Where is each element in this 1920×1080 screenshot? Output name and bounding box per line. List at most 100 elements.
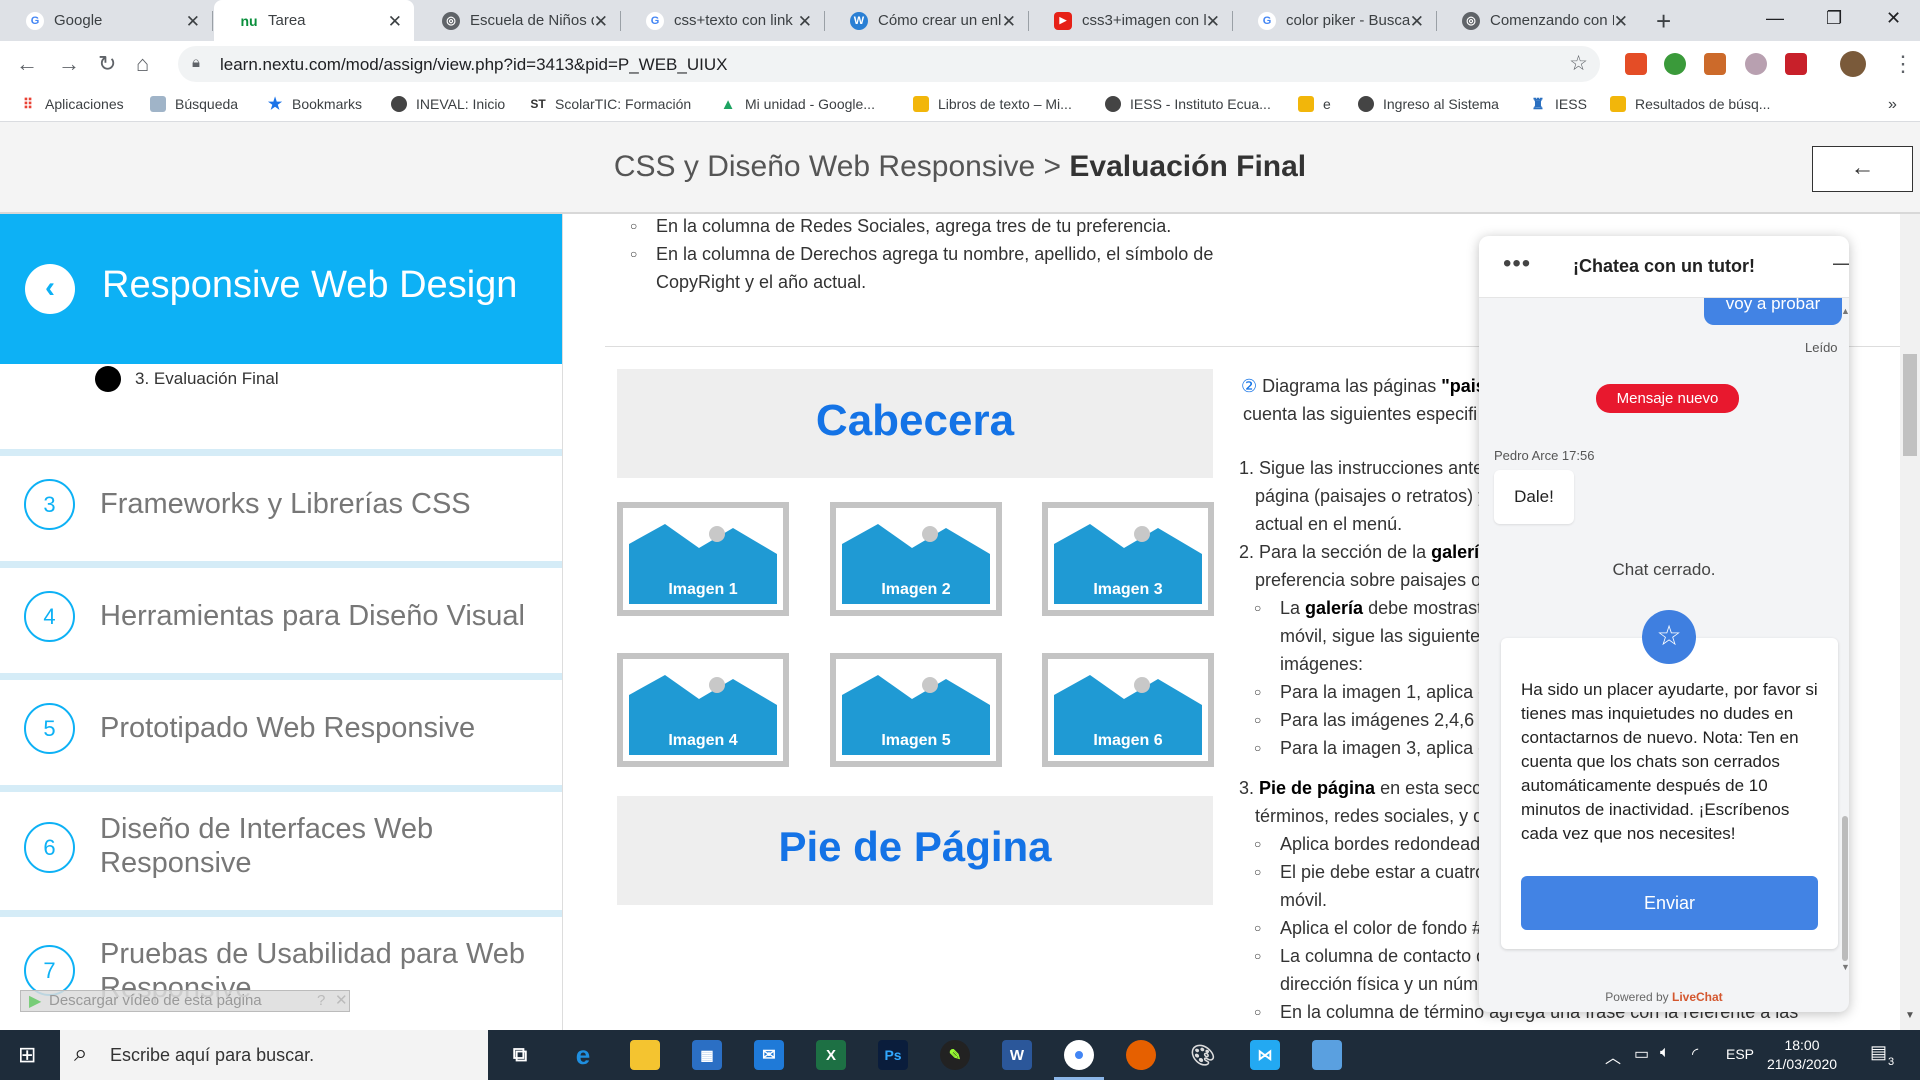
module-7[interactable]: 7 Pruebas de Usabilidad para Web Respons… xyxy=(0,910,562,1030)
tab-color-piker[interactable]: G color piker - Buscar ✕ xyxy=(1232,0,1437,41)
scrollbar-thumb[interactable] xyxy=(1903,354,1917,456)
chat-scrollbar[interactable]: ▲ ▼ xyxy=(1841,306,1849,976)
mail-icon[interactable]: ✉ xyxy=(754,1040,784,1070)
instruction-text: preferencia sobre paisajes o xyxy=(1255,570,1482,590)
page-scrollbar[interactable]: ▼ xyxy=(1900,214,1920,1030)
new-message-badge[interactable]: Mensaje nuevo xyxy=(1596,384,1739,413)
maximize-window-icon[interactable]: ❐ xyxy=(1826,8,1842,29)
system-clock[interactable]: 18:00 21/03/2020 xyxy=(1762,1036,1842,1074)
chrome-icon[interactable] xyxy=(1054,1040,1104,1080)
close-tab-icon[interactable]: ✕ xyxy=(1614,12,1628,32)
instruction-text: 1. Sigue las instrucciones ante xyxy=(1239,458,1484,478)
close-tab-icon[interactable]: ✕ xyxy=(186,12,200,32)
store-icon[interactable]: ▦ xyxy=(692,1040,722,1070)
address-bar[interactable]: 🔒︎ learn.nextu.com/mod/assign/view.php?i… xyxy=(178,46,1600,82)
minimize-chat-icon[interactable]: — xyxy=(1833,250,1849,276)
extension-icon[interactable] xyxy=(1664,53,1686,75)
taskbar-search[interactable]: ⌕ Escribe aquí para buscar. xyxy=(60,1030,488,1080)
close-tab-icon[interactable]: ✕ xyxy=(388,12,402,32)
help-icon[interactable]: ? xyxy=(317,991,325,1011)
close-tab-icon[interactable]: ✕ xyxy=(594,12,608,32)
close-icon[interactable]: ✕ xyxy=(335,991,348,1011)
file-explorer-icon[interactable] xyxy=(630,1040,660,1070)
excel-icon[interactable]: X xyxy=(816,1040,846,1070)
edge-icon[interactable]: e xyxy=(568,1040,598,1070)
show-hidden-icons[interactable]: ︿ xyxy=(1605,1044,1621,1068)
home-icon[interactable]: ⌂ xyxy=(136,51,149,77)
scroll-up-icon[interactable]: ▲ xyxy=(1841,306,1849,316)
bookmark-bookmarks[interactable]: ★ Bookmarks xyxy=(267,96,362,113)
close-window-icon[interactable]: ✕ xyxy=(1886,8,1901,29)
extension-icon[interactable] xyxy=(1704,53,1726,75)
tab-tarea[interactable]: nu Tarea ✕ xyxy=(214,0,414,41)
photoshop-icon[interactable]: Ps xyxy=(878,1040,908,1070)
new-tab-button[interactable]: + xyxy=(1656,6,1671,37)
globe-icon: ◎ xyxy=(442,11,460,30)
scroll-down-icon[interactable]: ▼ xyxy=(1841,962,1849,972)
powered-by[interactable]: Powered by LiveChat xyxy=(1479,990,1849,1004)
scolartic-icon: ST xyxy=(530,97,546,111)
close-tab-icon[interactable]: ✕ xyxy=(1206,12,1220,32)
bookmark-apps[interactable]: ⠿ Aplicaciones xyxy=(20,96,124,113)
bookmark-ingreso[interactable]: Ingreso al Sistema xyxy=(1358,96,1499,112)
tab-escuela[interactable]: ◎ Escuela de Niños de Morona Santiago ✕ xyxy=(416,0,621,41)
wifi-icon[interactable]: ◜ xyxy=(1692,1044,1698,1064)
more-bookmarks-icon[interactable]: » xyxy=(1888,96,1897,114)
module-4[interactable]: 4 Herramientas para Diseño Visual xyxy=(0,561,562,673)
lock-icon[interactable]: 🔒︎ xyxy=(192,54,200,71)
bookmark-mi-unidad[interactable]: ▲ Mi unidad - Google... xyxy=(720,96,875,113)
windows-start-icon[interactable]: ⊞ xyxy=(18,1042,36,1068)
language-indicator[interactable]: ESP xyxy=(1726,1046,1754,1062)
close-tab-icon[interactable]: ✕ xyxy=(1410,12,1424,32)
bookmark-iess[interactable]: IESS - Instituto Ecua... xyxy=(1105,96,1271,112)
back-icon[interactable]: ← xyxy=(16,51,38,77)
volume-icon[interactable]: 🔈︎ xyxy=(1660,1044,1670,1062)
breadcrumb-course[interactable]: CSS y Diseño Web Responsive xyxy=(614,150,1035,183)
close-tab-icon[interactable]: ✕ xyxy=(1002,12,1016,32)
snipping-tool-icon[interactable] xyxy=(1312,1040,1342,1070)
download-video-bar[interactable]: ▶ Descargar vídeo de esta página ? ✕ xyxy=(20,990,350,1012)
bookmark-resultados[interactable]: Resultados de búsq... xyxy=(1610,96,1770,112)
paint-icon[interactable]: 🎨︎ xyxy=(1188,1040,1218,1070)
send-button[interactable]: Enviar xyxy=(1521,876,1818,930)
forward-icon[interactable]: → xyxy=(58,51,80,77)
task-view-icon[interactable]: ⧉ xyxy=(505,1040,535,1070)
tab-css-texto[interactable]: G css+texto con link ✕ xyxy=(620,0,825,41)
tab-css3-imagen[interactable]: ▶ css3+imagen con link ✕ xyxy=(1028,0,1233,41)
tab-como-crear[interactable]: W Cómo crear un enlace ✕ xyxy=(824,0,1029,41)
inkscape-icon[interactable]: ✎ xyxy=(940,1040,970,1070)
close-tab-icon[interactable]: ✕ xyxy=(798,12,812,32)
reload-icon[interactable]: ↻ xyxy=(98,51,116,77)
bookmark-iess-2[interactable]: ♜ IESS xyxy=(1530,96,1587,113)
chat-scrollbar-thumb[interactable] xyxy=(1842,816,1848,961)
bookmark-busqueda[interactable]: Búsqueda xyxy=(150,96,238,112)
acrobat-extension-icon[interactable] xyxy=(1785,53,1807,75)
firefox-icon[interactable] xyxy=(1126,1040,1156,1070)
chevron-left-icon[interactable]: ‹ xyxy=(25,264,75,314)
bookmark-scolartic[interactable]: ST ScolarTIC: Formación xyxy=(530,96,691,112)
url-text[interactable]: learn.nextu.com/mod/assign/view.php?id=3… xyxy=(220,55,727,75)
vscode-icon[interactable]: ⋈ xyxy=(1250,1040,1280,1070)
bookmark-ineval[interactable]: INEVAL: Inicio xyxy=(391,96,505,112)
tab-bootstrap[interactable]: ◎ Comenzando con Bootstrap ✕ xyxy=(1436,0,1640,41)
tab-google[interactable]: G Google ✕ xyxy=(0,0,213,41)
module-5[interactable]: 5 Prototipado Web Responsive xyxy=(0,673,562,785)
minimize-window-icon[interactable]: — xyxy=(1766,8,1784,29)
html5-extension-icon[interactable] xyxy=(1625,53,1647,75)
word-icon[interactable]: W xyxy=(1002,1040,1032,1070)
scroll-down-icon[interactable]: ▼ xyxy=(1905,1010,1915,1021)
iess-icon: ♜ xyxy=(1531,96,1545,113)
bookmark-libros[interactable]: Libros de texto – Mi... xyxy=(913,96,1072,112)
current-lesson[interactable]: 3. Evaluación Final xyxy=(95,366,279,392)
module-3[interactable]: 3 Frameworks y Librerías CSS xyxy=(0,449,562,561)
bookmark-star-icon[interactable]: ☆ xyxy=(1569,51,1588,76)
bookmark-e[interactable]: e xyxy=(1298,96,1331,112)
module-6[interactable]: 6 Diseño de Interfaces Web Responsive xyxy=(0,785,562,910)
notifications-icon[interactable]: ▤ xyxy=(1870,1042,1887,1063)
battery-icon[interactable]: ▭ xyxy=(1634,1044,1649,1064)
instruction-text: La xyxy=(1280,598,1306,618)
chrome-menu-icon[interactable]: ⋮ xyxy=(1892,51,1914,77)
profile-avatar[interactable] xyxy=(1840,51,1866,77)
extension-icon[interactable] xyxy=(1745,53,1767,75)
back-button[interactable]: ← xyxy=(1812,146,1913,192)
